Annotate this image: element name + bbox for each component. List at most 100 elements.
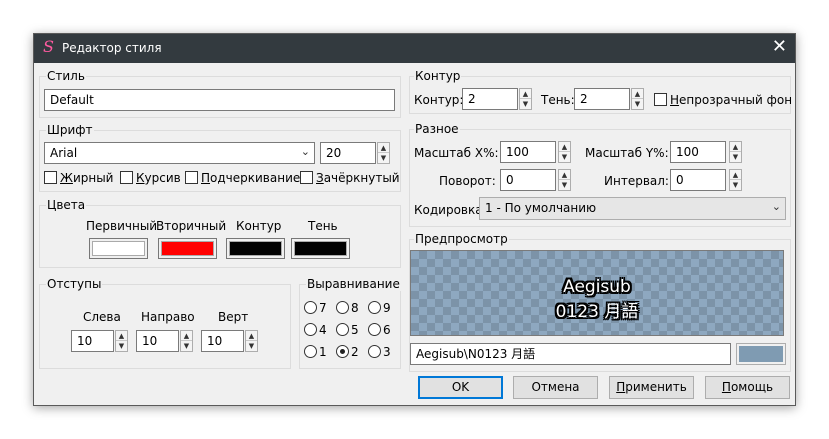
spin-down-icon[interactable]: ▼ bbox=[181, 341, 192, 351]
italic-label[interactable]: Курсив bbox=[136, 171, 181, 185]
align-label-2[interactable]: 2 bbox=[351, 345, 359, 359]
align-radio-4[interactable] bbox=[304, 323, 317, 336]
spin-down-icon[interactable]: ▼ bbox=[730, 180, 741, 190]
spin-down-icon[interactable]: ▼ bbox=[116, 341, 127, 351]
shadow-distance-spinner[interactable]: ▲ ▼ bbox=[631, 88, 644, 110]
spin-up-icon[interactable]: ▲ bbox=[559, 170, 570, 180]
rotation-spinner[interactable]: ▲ ▼ bbox=[558, 169, 571, 191]
ok-button[interactable]: OK bbox=[418, 376, 503, 399]
secondary-color-button[interactable] bbox=[158, 238, 217, 259]
strikeout-label[interactable]: Зачёркнутый bbox=[316, 171, 400, 185]
italic-checkbox[interactable] bbox=[120, 171, 133, 184]
margin-right-spinner[interactable]: ▲ ▼ bbox=[180, 330, 193, 352]
align-radio-8[interactable] bbox=[336, 301, 349, 314]
align-radio-9[interactable] bbox=[368, 301, 381, 314]
align-radio-6[interactable] bbox=[368, 323, 381, 336]
scale-x-input[interactable]: 100 bbox=[500, 141, 556, 163]
spin-up-icon[interactable]: ▲ bbox=[730, 142, 741, 152]
scale-x-spinner[interactable]: ▲ ▼ bbox=[558, 141, 571, 163]
opaque-box-checkbox[interactable] bbox=[654, 93, 667, 106]
align-radio-1[interactable] bbox=[304, 345, 317, 358]
scale-x-label: Масштаб X%: bbox=[414, 146, 499, 160]
align-radio-5[interactable] bbox=[336, 323, 349, 336]
spin-down-icon[interactable]: ▼ bbox=[730, 152, 741, 162]
strikeout-accel: З bbox=[316, 171, 324, 185]
spin-down-icon[interactable]: ▼ bbox=[559, 152, 570, 162]
spin-down-icon[interactable]: ▼ bbox=[520, 99, 531, 109]
secondary-color-swatch bbox=[161, 241, 214, 256]
font-family-select[interactable]: Arial ⌄ bbox=[44, 142, 315, 164]
rotation-input[interactable]: 0 bbox=[500, 169, 556, 191]
style-preview: Aegisub 0123 月語 bbox=[410, 250, 784, 336]
underline-label[interactable]: Подчеркивание bbox=[201, 171, 300, 185]
outline-width-spinner[interactable]: ▲ ▼ bbox=[519, 88, 532, 110]
apply-button[interactable]: Применить bbox=[609, 376, 694, 399]
spin-up-icon[interactable]: ▲ bbox=[520, 89, 531, 99]
preview-background-color-button[interactable] bbox=[736, 343, 786, 365]
italic-accel: К bbox=[136, 171, 145, 185]
spin-down-icon[interactable]: ▼ bbox=[632, 99, 643, 109]
margin-left-input[interactable]: 10 bbox=[71, 330, 114, 352]
align-radio-2[interactable] bbox=[336, 345, 349, 358]
align-label-6[interactable]: 6 bbox=[383, 323, 391, 337]
opaque-box-label[interactable]: Непрозрачный фон bbox=[670, 93, 792, 107]
align-label-5[interactable]: 5 bbox=[351, 323, 359, 337]
preview-line-2: 0123 月語 bbox=[555, 302, 639, 322]
outline-color-swatch bbox=[229, 241, 282, 256]
align-radio-7[interactable] bbox=[304, 301, 317, 314]
style-editor-dialog: S Редактор стиля ✕ Стиль Default Шрифт A… bbox=[33, 33, 796, 406]
align-label-1[interactable]: 1 bbox=[319, 345, 327, 359]
help-rest: омощь bbox=[730, 380, 774, 394]
spin-up-icon[interactable]: ▲ bbox=[559, 142, 570, 152]
scale-y-spinner[interactable]: ▲ ▼ bbox=[729, 141, 742, 163]
margin-left-spinner[interactable]: ▲ ▼ bbox=[115, 330, 128, 352]
align-label-9[interactable]: 9 bbox=[383, 301, 391, 315]
font-size-spinner[interactable]: ▲ ▼ bbox=[377, 142, 390, 164]
outline-width-input[interactable]: 2 bbox=[462, 88, 518, 110]
shadow-color-swatch bbox=[294, 241, 347, 256]
preview-text-input[interactable]: Aegisub\N0123 月語 bbox=[410, 343, 731, 365]
bold-checkbox[interactable] bbox=[44, 171, 57, 184]
spin-down-icon[interactable]: ▼ bbox=[559, 180, 570, 190]
scale-y-input[interactable]: 100 bbox=[670, 141, 726, 163]
spin-down-icon[interactable]: ▼ bbox=[378, 153, 389, 163]
align-label-3[interactable]: 3 bbox=[383, 345, 391, 359]
margin-vert-spinner[interactable]: ▲ ▼ bbox=[245, 330, 258, 352]
bold-label[interactable]: Жирный bbox=[60, 171, 113, 185]
shadow-distance-input[interactable]: 2 bbox=[574, 88, 630, 110]
encoding-label: Кодировка: bbox=[414, 203, 487, 217]
align-label-4[interactable]: 4 bbox=[319, 323, 327, 337]
spacing-spinner[interactable]: ▲ ▼ bbox=[729, 169, 742, 191]
align-label-8[interactable]: 8 bbox=[351, 301, 359, 315]
spin-up-icon[interactable]: ▲ bbox=[632, 89, 643, 99]
strikeout-checkbox[interactable] bbox=[300, 171, 313, 184]
spin-down-icon[interactable]: ▼ bbox=[246, 341, 257, 351]
outline-color-label: Контур bbox=[236, 219, 282, 233]
preview-background-swatch bbox=[739, 346, 783, 362]
underline-checkbox[interactable] bbox=[185, 171, 198, 184]
align-label-7[interactable]: 7 bbox=[319, 301, 327, 315]
margin-vert-label: Верт bbox=[218, 310, 249, 324]
shadow-color-button[interactable] bbox=[291, 238, 350, 259]
spin-up-icon[interactable]: ▲ bbox=[116, 331, 127, 341]
margin-right-input[interactable]: 10 bbox=[136, 330, 179, 352]
close-icon[interactable]: ✕ bbox=[772, 37, 787, 57]
margins-group-label: Отступы bbox=[46, 277, 103, 291]
spacing-input[interactable]: 0 bbox=[670, 169, 726, 191]
spin-up-icon[interactable]: ▲ bbox=[181, 331, 192, 341]
underline-rest: одчеркивание bbox=[210, 171, 301, 185]
font-size-input[interactable]: 20 bbox=[320, 142, 376, 164]
outline-color-button[interactable] bbox=[226, 238, 285, 259]
style-name-input[interactable]: Default bbox=[44, 89, 395, 111]
spin-up-icon[interactable]: ▲ bbox=[730, 170, 741, 180]
help-button[interactable]: Помощь bbox=[705, 376, 790, 399]
encoding-select[interactable]: 1 - По умолчанию ⌄ bbox=[479, 197, 786, 220]
align-radio-3[interactable] bbox=[368, 345, 381, 358]
primary-color-button[interactable] bbox=[89, 238, 148, 259]
spin-up-icon[interactable]: ▲ bbox=[378, 143, 389, 153]
margin-vert-input[interactable]: 10 bbox=[201, 330, 244, 352]
spacing-label: Интервал: bbox=[604, 174, 669, 188]
cancel-button[interactable]: Отмена bbox=[513, 376, 598, 399]
strikeout-rest: ачёркнутый bbox=[323, 171, 400, 185]
spin-up-icon[interactable]: ▲ bbox=[246, 331, 257, 341]
